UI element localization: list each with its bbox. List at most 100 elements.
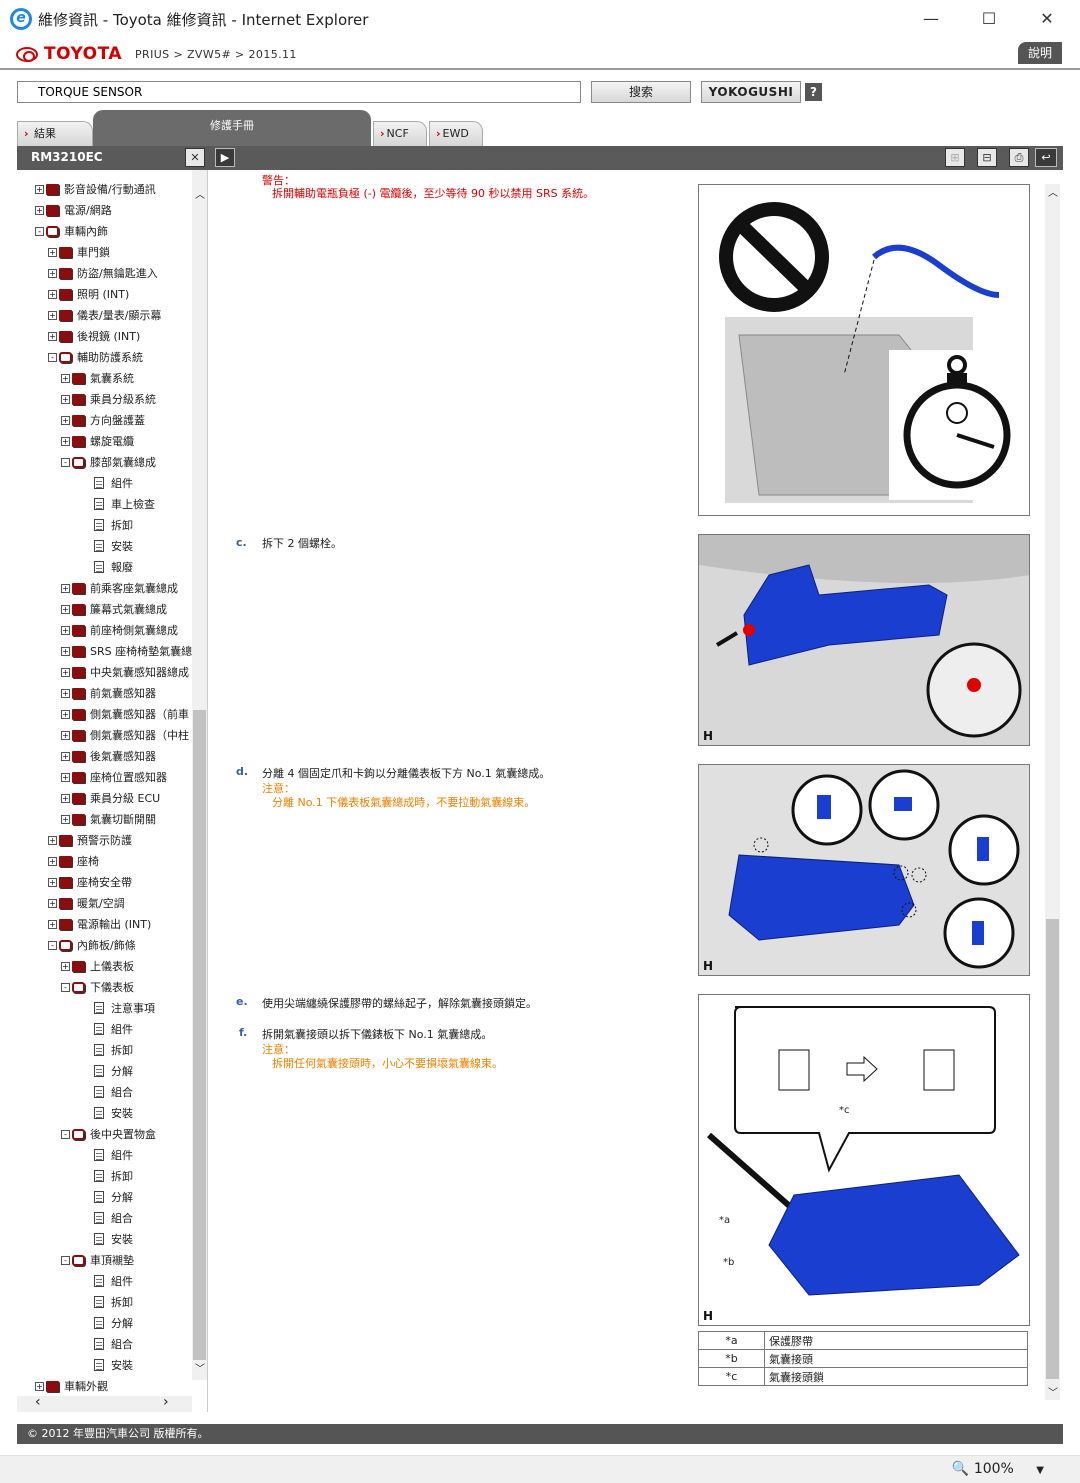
collapse-icon[interactable]: -: [61, 982, 70, 992]
expand-all-icon[interactable]: ⊞: [945, 148, 965, 167]
tree-scrollbar[interactable]: ︿ ﹀: [192, 170, 207, 1380]
tree-item[interactable]: + 座椅位置感知器: [61, 767, 167, 787]
content-scrollbar[interactable]: ︿ ﹀: [1045, 184, 1060, 1400]
yokogushi-button[interactable]: YOKOGUSHI: [701, 81, 801, 103]
expand-icon[interactable]: +: [61, 814, 70, 824]
expand-icon[interactable]: +: [61, 961, 70, 971]
tree-item[interactable]: - 車頂襯墊: [61, 1250, 134, 1270]
tree-item[interactable]: 組件: [94, 1145, 133, 1165]
tree-item[interactable]: 組件: [94, 1271, 133, 1291]
expand-icon[interactable]: +: [48, 289, 57, 299]
tree-item[interactable]: + 氣囊切斷開關: [61, 809, 156, 829]
tree-item[interactable]: 安裝: [94, 1103, 133, 1123]
collapse-icon[interactable]: -: [35, 226, 44, 236]
tree-item[interactable]: 分解: [94, 1187, 133, 1207]
tree-item[interactable]: + 電源/網路: [35, 200, 112, 220]
tree-item[interactable]: + 照明 (INT): [48, 284, 129, 304]
tree-item[interactable]: + 後視鏡 (INT): [48, 326, 140, 346]
expand-icon[interactable]: +: [48, 331, 57, 341]
tree-item[interactable]: 拆卸: [94, 1166, 133, 1186]
collapse-icon[interactable]: -: [61, 1255, 70, 1265]
expand-icon[interactable]: +: [48, 310, 57, 320]
content-scrollbar-thumb[interactable]: [1046, 919, 1059, 1379]
tree-item[interactable]: + 簾幕式氣囊總成: [61, 599, 167, 619]
tree-item[interactable]: + 螺旋電纜: [61, 431, 134, 451]
scroll-left-icon[interactable]: ‹: [35, 1394, 41, 1410]
tree-item[interactable]: + 電源輸出 (INT): [48, 914, 151, 934]
tree-item[interactable]: + 前氣囊感知器: [61, 683, 156, 703]
scroll-right-icon[interactable]: ›: [163, 1394, 169, 1410]
expand-icon[interactable]: +: [48, 877, 57, 887]
expand-icon[interactable]: +: [35, 205, 44, 215]
chevron-down-icon[interactable]: ▼: [1036, 1465, 1044, 1476]
expand-icon[interactable]: +: [61, 373, 70, 383]
tree-item[interactable]: + 中央氣囊感知器總成: [61, 662, 189, 682]
zoom-level[interactable]: 🔍 100% ▼: [952, 1461, 1044, 1477]
tree-item[interactable]: 組件: [94, 473, 133, 493]
tree-item[interactable]: 拆卸: [94, 515, 133, 535]
tree-item[interactable]: - 後中央置物盒: [61, 1124, 156, 1144]
tree-item[interactable]: + SRS 座椅椅墊氣囊總: [61, 641, 192, 661]
tree-item[interactable]: + 後氣囊感知器: [61, 746, 156, 766]
tree-item[interactable]: 組合: [94, 1082, 133, 1102]
print-icon[interactable]: ⎙: [1009, 148, 1029, 167]
tree-item[interactable]: 安裝: [94, 1355, 133, 1375]
tree-item[interactable]: + 氣囊系統: [61, 368, 134, 388]
collapse-icon[interactable]: -: [61, 457, 70, 467]
tab-results[interactable]: › 結果: [17, 121, 93, 146]
expand-icon[interactable]: +: [61, 436, 70, 446]
tree-item[interactable]: + 側氣囊感知器（前車: [61, 704, 189, 724]
maximize-icon[interactable]: ☐: [976, 6, 1002, 32]
scroll-up-icon[interactable]: ︿: [1048, 184, 1058, 199]
collapse-icon[interactable]: -: [48, 940, 57, 950]
tree-hscrollbar[interactable]: ‹ ›: [17, 1394, 192, 1412]
tree-item[interactable]: + 座椅: [48, 851, 99, 871]
tree-item[interactable]: - 內飾板/飾條: [48, 935, 136, 955]
play-icon[interactable]: ▶: [215, 148, 235, 167]
tree-item[interactable]: + 車門鎖: [48, 242, 110, 262]
tree-item[interactable]: 分解: [94, 1313, 133, 1333]
expand-icon[interactable]: +: [35, 184, 44, 194]
expand-icon[interactable]: +: [61, 688, 70, 698]
tree-item[interactable]: 安裝: [94, 1229, 133, 1249]
expand-icon[interactable]: +: [61, 730, 70, 740]
scroll-down-icon[interactable]: ﹀: [1048, 1384, 1058, 1399]
tree-item[interactable]: - 膝部氣囊總成: [61, 452, 156, 472]
tab-ncf[interactable]: › NCF: [373, 121, 427, 146]
tree-item[interactable]: 拆卸: [94, 1292, 133, 1312]
tree-item[interactable]: + 預警示防護: [48, 830, 132, 850]
tree-item[interactable]: + 乘員分級系統: [61, 389, 156, 409]
tree-item[interactable]: 組合: [94, 1208, 133, 1228]
collapse-icon[interactable]: -: [61, 1129, 70, 1139]
tree-item[interactable]: + 座椅安全帶: [48, 872, 132, 892]
tree-item[interactable]: 組合: [94, 1334, 133, 1354]
expand-icon[interactable]: +: [48, 268, 57, 278]
expand-icon[interactable]: +: [35, 1381, 44, 1391]
tree-item[interactable]: 安裝: [94, 536, 133, 556]
tree-item[interactable]: + 上儀表板: [61, 956, 134, 976]
tree-item[interactable]: 車上檢查: [94, 494, 155, 514]
expand-icon[interactable]: +: [48, 247, 57, 257]
tree-item[interactable]: + 乘員分級 ECU: [61, 788, 160, 808]
search-input[interactable]: [17, 81, 581, 103]
expand-icon[interactable]: +: [61, 394, 70, 404]
tree-item[interactable]: + 儀表/量表/顯示幕: [48, 305, 161, 325]
back-icon[interactable]: ↩: [1035, 148, 1057, 167]
tree-item[interactable]: 分解: [94, 1061, 133, 1081]
tree-item[interactable]: + 前乘客座氣囊總成: [61, 578, 178, 598]
expand-icon[interactable]: +: [61, 583, 70, 593]
question-icon[interactable]: ?: [805, 83, 822, 101]
minimize-icon[interactable]: —: [918, 6, 944, 32]
tab-ewd[interactable]: › EWD: [429, 121, 483, 146]
collapse-all-icon[interactable]: ⊟: [977, 148, 997, 167]
expand-icon[interactable]: +: [61, 772, 70, 782]
expand-icon[interactable]: +: [61, 646, 70, 656]
tree-item[interactable]: + 暖氣/空調: [48, 893, 125, 913]
close-icon[interactable]: ✕: [1034, 6, 1060, 32]
expand-icon[interactable]: +: [48, 898, 57, 908]
expand-icon[interactable]: +: [48, 919, 57, 929]
expand-icon[interactable]: +: [61, 625, 70, 635]
expand-icon[interactable]: +: [61, 667, 70, 677]
tree-item[interactable]: 拆卸: [94, 1040, 133, 1060]
expand-icon[interactable]: +: [61, 793, 70, 803]
